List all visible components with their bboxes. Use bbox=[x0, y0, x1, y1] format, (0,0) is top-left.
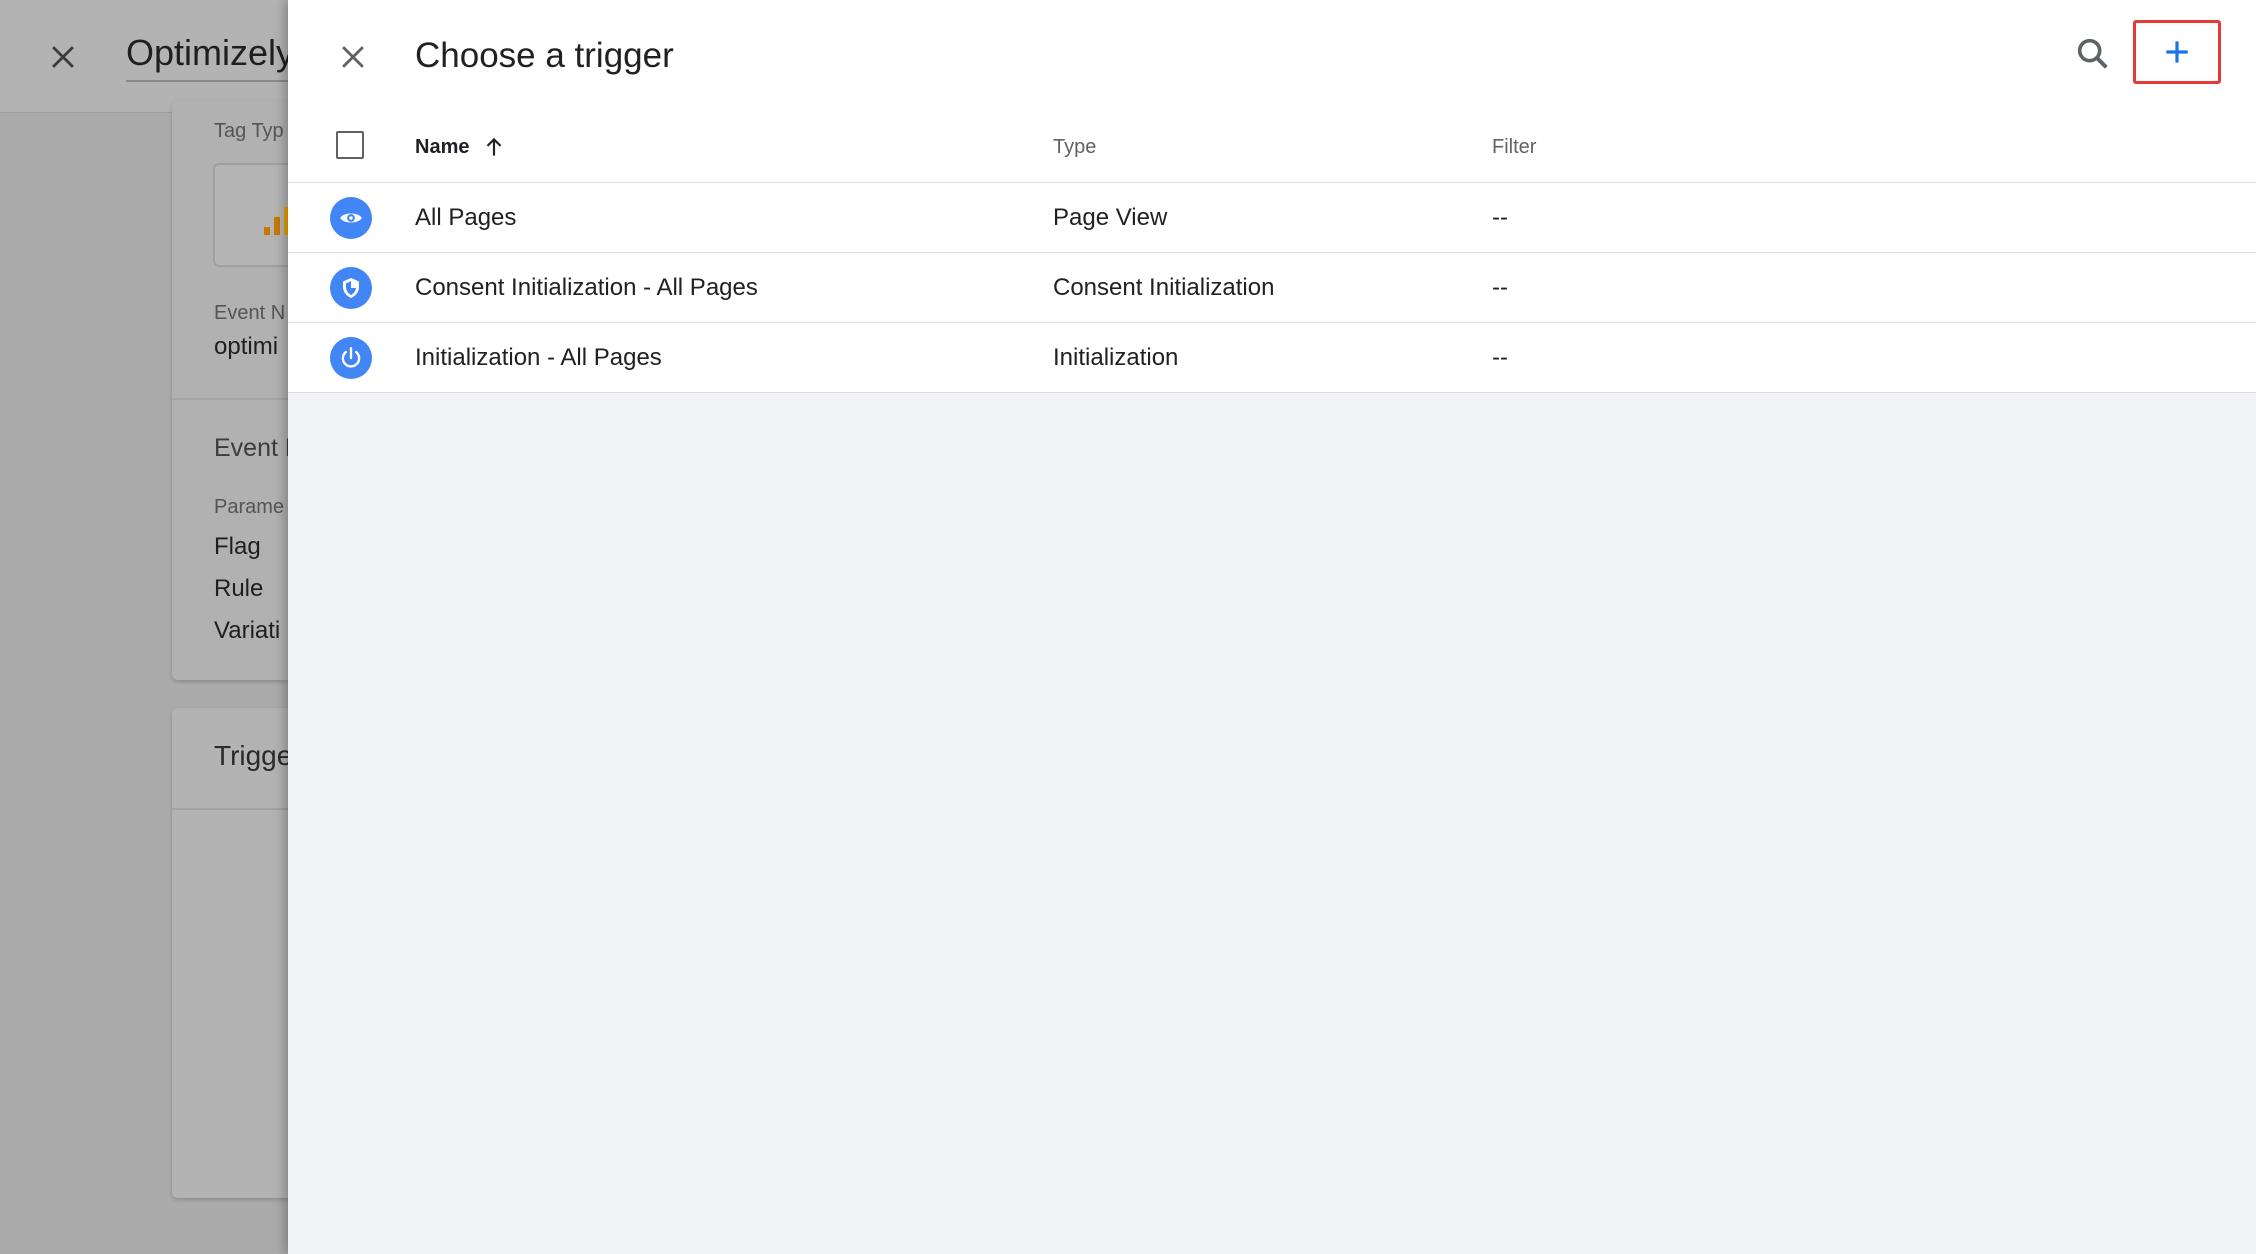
trigger-filter: -- bbox=[1492, 204, 1508, 231]
trigger-name: All Pages bbox=[415, 204, 517, 231]
choose-trigger-panel: Choose a trigger Name Type Filter All Pa… bbox=[288, 0, 2256, 1254]
trigger-filter: -- bbox=[1492, 274, 1508, 301]
column-header-type[interactable]: Type bbox=[1053, 136, 1096, 159]
column-header-filter[interactable]: Filter bbox=[1492, 136, 1536, 159]
trigger-type: Consent Initialization bbox=[1053, 274, 1275, 301]
trigger-table: Name Type Filter All Pages Page View -- bbox=[288, 118, 2256, 393]
panel-header: Choose a trigger bbox=[288, 0, 2256, 118]
close-icon[interactable] bbox=[336, 40, 370, 74]
column-header-name[interactable]: Name bbox=[415, 136, 469, 159]
add-trigger-button[interactable] bbox=[2133, 20, 2221, 84]
panel-title: Choose a trigger bbox=[415, 36, 674, 75]
parameter-row: Variati bbox=[214, 617, 281, 644]
table-row[interactable]: Consent Initialization - All Pages Conse… bbox=[288, 252, 2256, 322]
power-icon bbox=[330, 337, 372, 379]
table-header: Name Type Filter bbox=[288, 118, 2256, 182]
close-icon[interactable] bbox=[46, 40, 80, 74]
event-name-value: optimi bbox=[214, 333, 279, 360]
plus-icon bbox=[2166, 41, 2188, 63]
tag-type-label: Tag Typ bbox=[214, 120, 284, 142]
trigger-type: Initialization bbox=[1053, 344, 1179, 371]
shield-icon bbox=[330, 267, 372, 309]
parameter-row: Flag bbox=[214, 533, 261, 560]
trigger-name: Consent Initialization - All Pages bbox=[415, 274, 758, 301]
table-row[interactable]: All Pages Page View -- bbox=[288, 182, 2256, 252]
trigger-type: Page View bbox=[1053, 204, 1168, 231]
search-icon[interactable] bbox=[2073, 34, 2113, 74]
arrow-up-icon[interactable] bbox=[481, 134, 507, 160]
table-row[interactable]: Initialization - All Pages Initializatio… bbox=[288, 322, 2256, 393]
event-name-label: Event N bbox=[214, 302, 286, 324]
select-all-checkbox[interactable] bbox=[336, 131, 364, 159]
tag-name-field[interactable]: Optimizely bbox=[126, 32, 295, 82]
trigger-filter: -- bbox=[1492, 344, 1508, 371]
parameter-row: Rule bbox=[214, 575, 264, 602]
trigger-name: Initialization - All Pages bbox=[415, 344, 662, 371]
parameter-name-label: Parame bbox=[214, 496, 285, 518]
eye-icon bbox=[330, 197, 372, 239]
triggering-heading: Trigge bbox=[214, 740, 293, 771]
